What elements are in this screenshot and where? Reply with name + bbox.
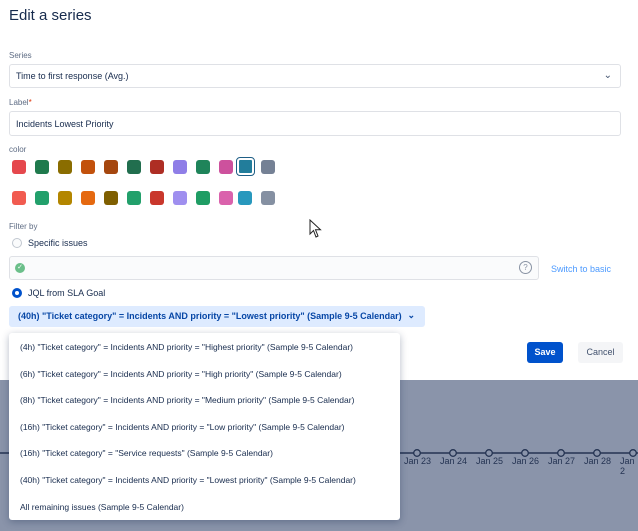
specific-issues-label: Specific issues xyxy=(28,238,88,248)
edit-series-dialog: Edit a series Series Time to first respo… xyxy=(0,0,638,380)
color-swatch[interactable] xyxy=(104,191,118,205)
sla-goal-option[interactable]: All remaining issues (Sample 9-5 Calenda… xyxy=(20,502,184,512)
color-swatch[interactable] xyxy=(219,191,233,205)
x-tick-label: Jan 26 xyxy=(512,456,540,466)
x-tick-label: Jan 23 xyxy=(404,456,432,466)
switch-to-basic-link[interactable]: Switch to basic xyxy=(551,264,611,274)
sla-goal-selected: (40h) "Ticket category" = Incidents AND … xyxy=(18,311,402,321)
color-swatch[interactable] xyxy=(150,160,164,174)
help-icon[interactable]: ? xyxy=(519,261,532,274)
save-button[interactable]: Save xyxy=(527,342,563,363)
sla-goal-menu: (4h) "Ticket category" = Incidents AND p… xyxy=(9,333,400,520)
dialog-title: Edit a series xyxy=(9,7,92,24)
jql-from-sla-goal-label: JQL from SLA Goal xyxy=(28,288,106,298)
label-field-text: Label xyxy=(9,98,29,107)
sla-goal-dropdown[interactable]: (40h) "Ticket category" = Incidents AND … xyxy=(9,306,425,327)
label-input[interactable]: Incidents Lowest Priority xyxy=(9,111,621,136)
color-swatch[interactable] xyxy=(81,191,95,205)
series-select[interactable]: Time to first response (Avg.) ⌄ xyxy=(9,64,621,88)
sla-goal-option[interactable]: (8h) "Ticket category" = Incidents AND p… xyxy=(20,395,354,405)
x-tick-label: Jan 24 xyxy=(440,456,468,466)
color-swatch[interactable] xyxy=(12,160,26,174)
color-swatch[interactable] xyxy=(196,191,210,205)
color-swatch[interactable] xyxy=(35,191,49,205)
color-swatch[interactable] xyxy=(261,160,275,174)
series-label: Series xyxy=(9,51,32,60)
color-swatch[interactable] xyxy=(104,160,118,174)
color-swatch[interactable] xyxy=(127,191,141,205)
label-input-value: Incidents Lowest Priority xyxy=(16,119,114,129)
x-tick-label: Jan 28 xyxy=(584,456,612,466)
color-label: color xyxy=(9,145,27,154)
color-swatch[interactable] xyxy=(150,191,164,205)
mouse-cursor-icon xyxy=(309,219,322,238)
jql-from-sla-goal-radio[interactable] xyxy=(12,288,22,298)
sla-goal-option[interactable]: (16h) "Ticket category" = "Service reque… xyxy=(20,448,273,458)
color-swatch[interactable] xyxy=(58,160,72,174)
x-tick-label: Jan 27 xyxy=(548,456,576,466)
cancel-button[interactable]: Cancel xyxy=(578,342,623,363)
sla-goal-option[interactable]: (16h) "Ticket category" = Incidents AND … xyxy=(20,422,345,432)
color-swatch[interactable] xyxy=(12,191,26,205)
color-swatch[interactable] xyxy=(196,160,210,174)
color-swatch[interactable] xyxy=(236,157,255,176)
x-tick-label: Jan 2 xyxy=(620,456,635,476)
color-swatch[interactable] xyxy=(127,160,141,174)
specific-issues-radio[interactable] xyxy=(12,238,22,248)
color-swatch[interactable] xyxy=(58,191,72,205)
label-field-label: Label* xyxy=(9,98,32,107)
color-swatch[interactable] xyxy=(81,160,95,174)
series-select-value: Time to first response (Avg.) xyxy=(16,71,129,81)
x-tick-label: Jan 25 xyxy=(476,456,504,466)
color-swatch[interactable] xyxy=(261,191,275,205)
color-swatch[interactable] xyxy=(219,160,233,174)
color-swatch[interactable] xyxy=(173,191,187,205)
chevron-down-icon: ⌄ xyxy=(603,70,612,81)
sla-goal-option[interactable]: (6h) "Ticket category" = Incidents AND p… xyxy=(20,369,342,379)
specific-issues-jql-input[interactable]: ✓ ? xyxy=(9,256,539,280)
filter-by-label: Filter by xyxy=(9,222,38,231)
sla-goal-option[interactable]: (40h) "Ticket category" = Incidents AND … xyxy=(20,475,356,485)
color-swatch[interactable] xyxy=(238,191,252,205)
sla-goal-option[interactable]: (4h) "Ticket category" = Incidents AND p… xyxy=(20,342,353,352)
check-circle-icon: ✓ xyxy=(15,263,25,273)
required-marker: * xyxy=(28,98,32,107)
chevron-down-icon: ⌄ xyxy=(407,310,415,320)
color-swatch[interactable] xyxy=(35,160,49,174)
color-swatch[interactable] xyxy=(173,160,187,174)
